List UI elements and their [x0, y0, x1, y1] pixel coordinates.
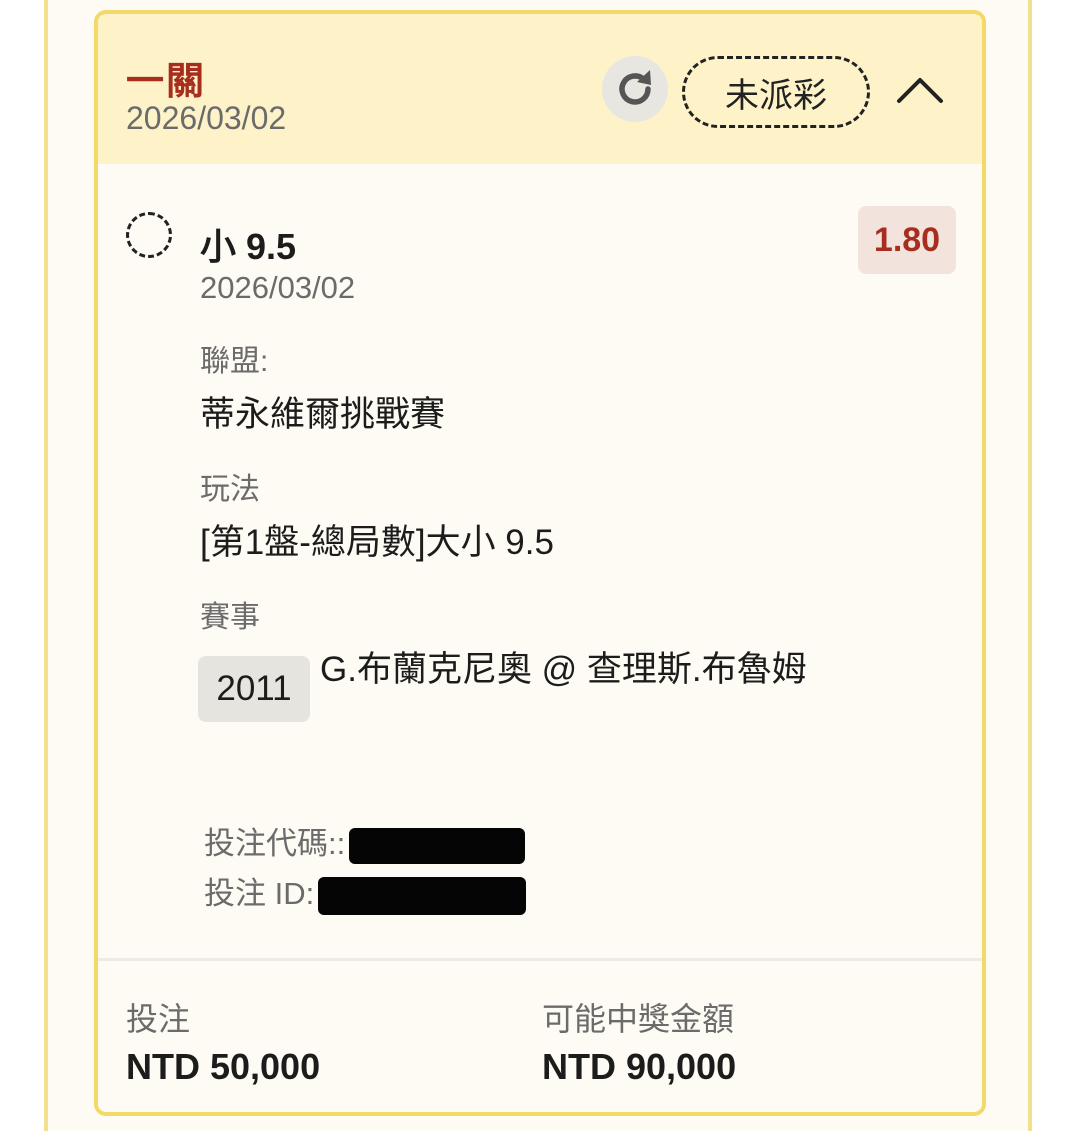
market-value: [第1盤-總局數]大小 9.5 — [200, 523, 554, 562]
event-id-badge: 2011 — [198, 656, 310, 722]
league-label: 聯盟: — [200, 345, 269, 378]
pending-result-icon — [126, 212, 172, 258]
odds-badge: 1.80 — [858, 206, 956, 274]
redacted-bet-code — [349, 827, 526, 864]
potential-payout-label: 可能中獎金額 — [542, 1001, 735, 1037]
refresh-button[interactable] — [602, 56, 668, 122]
bet-slip-card: 一關 2026/03/02 未派彩 小 9.5 2026/03/02 1.80 … — [94, 10, 986, 1116]
bet-id-label: 投注 ID: — [204, 876, 315, 911]
redacted-bet-id — [318, 876, 527, 915]
bet-type-title: 一關 — [126, 61, 207, 103]
stake-label: 投注 — [126, 1001, 191, 1037]
settlement-status-badge: 未派彩 — [682, 56, 870, 128]
bet-date: 2026/03/02 — [126, 100, 287, 136]
league-value: 蒂永維爾挑戰賽 — [200, 395, 446, 434]
market-label: 玩法 — [200, 473, 260, 506]
bet-slip-header[interactable]: 一關 2026/03/02 未派彩 — [98, 14, 982, 164]
footer-divider — [98, 958, 982, 961]
event-name: G.布蘭克尼奧 @ 查理斯.布魯姆 — [320, 650, 807, 689]
collapse-button[interactable] — [888, 58, 952, 122]
bet-code-row: 投注代碼:: — [204, 818, 526, 864]
event-label: 賽事 — [200, 601, 260, 634]
potential-payout-value: NTD 90,000 — [542, 1046, 737, 1087]
bet-id-row: 投注 ID: — [204, 868, 527, 915]
chevron-up-icon — [897, 78, 943, 103]
selection-date: 2026/03/02 — [200, 270, 356, 305]
stake-value: NTD 50,000 — [126, 1046, 321, 1087]
refresh-icon — [619, 70, 651, 105]
selection-pick: 小 9.5 — [200, 226, 297, 267]
bet-code-label: 投注代碼:: — [204, 826, 346, 861]
